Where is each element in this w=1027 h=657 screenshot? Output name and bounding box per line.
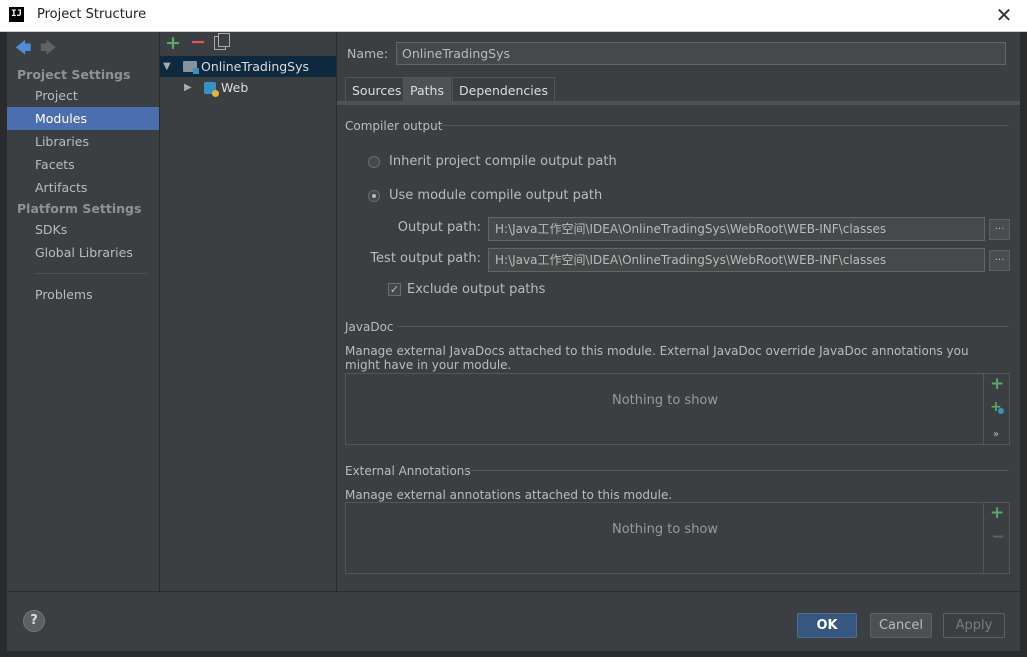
- inherit-output-radio[interactable]: [368, 156, 380, 168]
- output-path-browse-button[interactable]: ...: [989, 219, 1010, 240]
- group-divider: [397, 326, 1009, 327]
- collapsed-triangle-icon[interactable]: ▶: [184, 77, 192, 98]
- help-icon[interactable]: ?: [23, 610, 45, 632]
- name-label: Name:: [347, 46, 389, 61]
- module-settings-content: Name: OnlineTradingSys Sources Paths Dep…: [337, 32, 1020, 591]
- title-bar: IJ Project Structure ✕: [0, 0, 1027, 32]
- inherit-output-label[interactable]: Inherit project compile output path: [389, 154, 617, 169]
- module-folder-icon: [183, 61, 199, 74]
- minus-icon[interactable]: −: [190, 31, 206, 53]
- sidebar-item-modules[interactable]: Modules: [7, 107, 159, 130]
- tree-node-onlinetradingsys[interactable]: ▼ OnlineTradingSys: [160, 56, 336, 77]
- apply-button[interactable]: Apply: [943, 613, 1005, 638]
- editor-background-bottom: [0, 650, 1027, 657]
- test-output-path-label: Test output path:: [370, 251, 481, 266]
- sidebar-separator: [35, 273, 147, 274]
- section-project-settings: Project Settings: [17, 67, 131, 82]
- sidebar-item-problems[interactable]: Problems: [7, 283, 159, 306]
- editor-background-left: [0, 32, 7, 657]
- close-icon[interactable]: ✕: [993, 4, 1015, 26]
- tab-strip-underline: [337, 101, 1020, 105]
- module-name-input[interactable]: OnlineTradingSys: [396, 42, 1006, 65]
- group-divider: [463, 470, 1009, 471]
- tab-sources[interactable]: Sources: [345, 77, 409, 102]
- settings-sidebar: 🡄 🡆 Project Settings Project Modules Lib…: [7, 32, 160, 591]
- test-output-path-browse-button[interactable]: ...: [989, 250, 1010, 271]
- sidebar-item-sdks[interactable]: SDKs: [7, 218, 159, 241]
- expanded-triangle-icon[interactable]: ▼: [163, 56, 171, 77]
- section-platform-settings: Platform Settings: [17, 201, 142, 216]
- dialog-footer: ? OK Cancel Apply: [7, 591, 1020, 651]
- annotations-list-toolbar: + −: [983, 503, 1009, 573]
- editor-background-right: [1020, 32, 1027, 657]
- sidebar-item-libraries[interactable]: Libraries: [7, 130, 159, 153]
- copy-icon[interactable]: [214, 33, 230, 50]
- compiler-output-title: Compiler output: [345, 119, 443, 133]
- sidebar-item-artifacts[interactable]: Artifacts: [7, 176, 159, 199]
- remove-annotation-minus-icon[interactable]: −: [991, 527, 1005, 547]
- javadoc-empty-text: Nothing to show: [611, 393, 719, 408]
- sidebar-item-project[interactable]: Project: [7, 84, 159, 107]
- javadoc-list[interactable]: Nothing to show + + »: [345, 373, 1010, 445]
- module-output-label[interactable]: Use module compile output path: [389, 188, 602, 203]
- intellij-logo-icon: IJ: [9, 7, 24, 22]
- forward-arrow-icon[interactable]: 🡆: [40, 37, 57, 64]
- add-annotation-plus-icon[interactable]: +: [990, 503, 1004, 523]
- window-title: Project Structure: [37, 7, 147, 22]
- tab-dependencies[interactable]: Dependencies: [452, 77, 555, 102]
- sidebar-item-global-libraries[interactable]: Global Libraries: [7, 241, 159, 264]
- add-javadoc-plus-icon[interactable]: +: [990, 374, 1004, 394]
- module-output-radio[interactable]: [368, 190, 380, 202]
- exclude-output-label[interactable]: Exclude output paths: [407, 282, 545, 297]
- web-facet-icon: [204, 82, 219, 97]
- exclude-output-checkbox[interactable]: ✓: [388, 283, 401, 296]
- tree-node-web[interactable]: ▶ Web: [160, 77, 336, 98]
- more-actions-icon[interactable]: »: [993, 429, 999, 440]
- annotations-empty-text: Nothing to show: [611, 522, 719, 537]
- sidebar-item-facets[interactable]: Facets: [7, 153, 159, 176]
- ok-button[interactable]: OK: [797, 613, 857, 638]
- group-divider: [437, 125, 1009, 126]
- annotations-description: Manage external annotations attached to …: [345, 488, 673, 502]
- plus-icon[interactable]: +: [165, 32, 181, 54]
- output-path-input[interactable]: H:\Java工作空间\IDEA\OnlineTradingSys\WebRoo…: [488, 217, 985, 241]
- tree-node-label: OnlineTradingSys: [201, 59, 310, 74]
- javadoc-list-toolbar: + + »: [983, 374, 1009, 444]
- javadoc-title: JavaDoc: [345, 320, 394, 334]
- cancel-button[interactable]: Cancel: [870, 613, 932, 638]
- output-path-label: Output path:: [397, 220, 481, 235]
- test-output-path-input[interactable]: H:\Java工作空间\IDEA\OnlineTradingSys\WebRoo…: [488, 248, 985, 272]
- tree-toolbar: + −: [160, 31, 336, 56]
- tree-node-label: Web: [221, 80, 249, 95]
- add-javadoc-url-icon[interactable]: +: [990, 399, 1004, 415]
- tab-paths[interactable]: Paths: [403, 77, 451, 102]
- javadoc-description: Manage external JavaDocs attached to thi…: [345, 344, 969, 372]
- module-tree-panel: + − ▼ OnlineTradingSys ▶ Web: [160, 31, 337, 591]
- back-arrow-icon[interactable]: 🡄: [15, 37, 32, 64]
- annotations-title: External Annotations: [345, 464, 471, 478]
- annotations-list[interactable]: Nothing to show + −: [345, 502, 1010, 574]
